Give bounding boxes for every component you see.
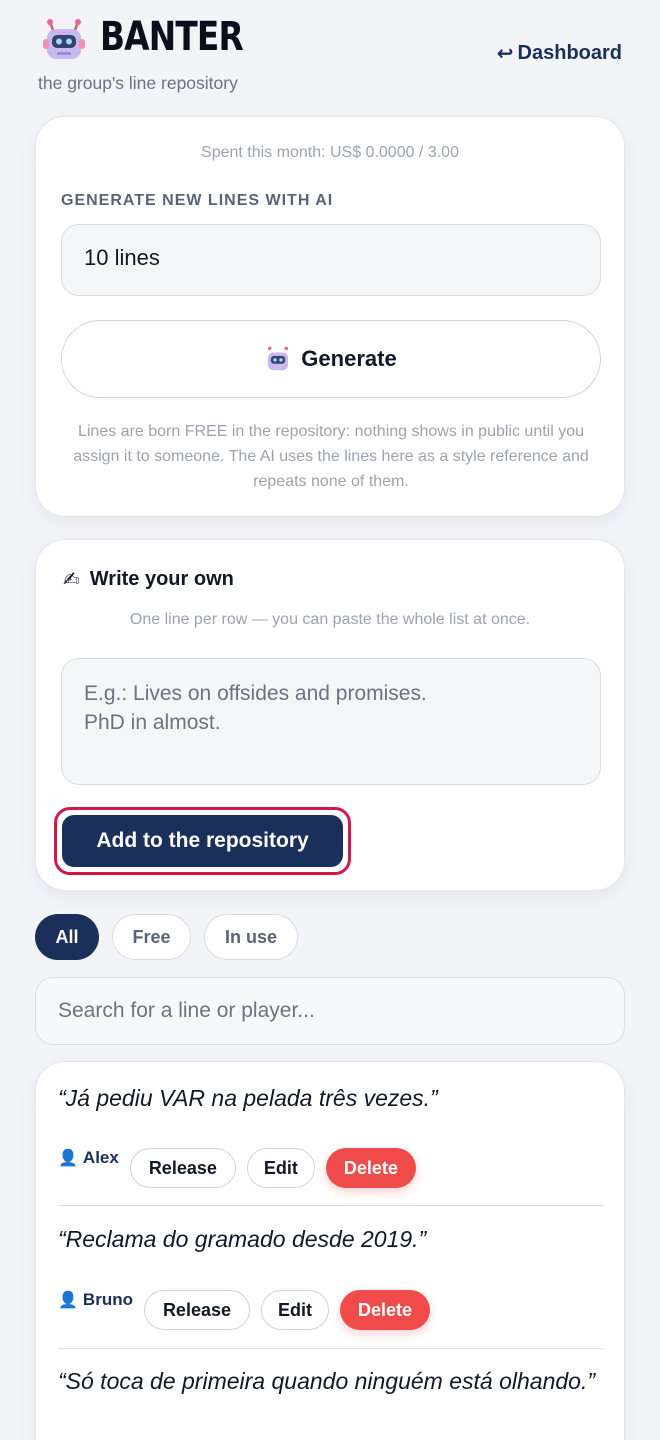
- delete-button[interactable]: Delete: [325, 1148, 416, 1188]
- list-item: “Reclama do gramado desde 2019.” 👤 Bruno…: [58, 1223, 604, 1330]
- list-item: “Só toca de primeira quando ninguém está…: [58, 1365, 604, 1397]
- line-text: “Já pediu VAR na pelada três vezes.”: [58, 1085, 438, 1111]
- spent-this-month: Spent this month: US$ 0.0000 / 3.00: [201, 144, 459, 161]
- search-input[interactable]: Search for a line or player...: [35, 977, 625, 1045]
- line-count-select[interactable]: 10 lines: [61, 224, 601, 296]
- person-icon: 👤: [58, 1150, 78, 1167]
- filter-free[interactable]: Free: [112, 914, 191, 960]
- write-subtitle: One line per row — you can paste the who…: [129, 611, 531, 628]
- write-title: ✍ Write your own: [63, 567, 234, 592]
- delete-button[interactable]: Delete: [339, 1290, 430, 1330]
- writing-hand-icon: ✍: [63, 569, 80, 591]
- release-button[interactable]: Release: [143, 1290, 250, 1330]
- player-name: Bruno: [82, 1290, 133, 1309]
- line-actions: 👤 Bruno Release Edit Delete: [58, 1290, 430, 1330]
- release-button[interactable]: Release: [129, 1148, 236, 1188]
- line-text: “Só toca de primeira quando ninguém está…: [58, 1368, 596, 1394]
- return-arrow-icon: ↩: [496, 43, 514, 65]
- generate-note: Lines are born FREE in the repository: n…: [73, 423, 589, 490]
- robot-icon: [268, 346, 289, 371]
- edit-button[interactable]: Edit: [246, 1148, 315, 1188]
- add-button-focus-ring: Add to the repository: [54, 807, 351, 875]
- line-actions: 👤 Alex Release Edit Delete: [58, 1148, 416, 1188]
- lines-list: “Já pediu VAR na pelada três vezes.” 👤 A…: [35, 1061, 625, 1440]
- dashboard-link-label: Dashboard: [517, 42, 622, 64]
- brand-title: BANTER: [100, 14, 244, 60]
- generate-button[interactable]: Generate: [61, 320, 601, 398]
- generate-button-label: Generate: [301, 346, 397, 371]
- divider: [58, 1205, 604, 1206]
- person-icon: 👤: [58, 1292, 78, 1309]
- add-to-repository-button[interactable]: Add to the repository: [62, 815, 343, 867]
- generate-section-label: GENERATE NEW LINES WITH AI: [61, 192, 334, 209]
- divider: [58, 1348, 604, 1349]
- dashboard-link[interactable]: ↩ Dashboard: [497, 41, 622, 66]
- lines-textarea[interactable]: E.g.: Lives on offsides and promises. Ph…: [61, 658, 601, 785]
- filter-all[interactable]: All: [35, 914, 99, 960]
- generate-card: Spent this month: US$ 0.0000 / 3.00 GENE…: [35, 116, 625, 517]
- line-text: “Reclama do gramado desde 2019.”: [58, 1226, 427, 1252]
- list-item: “Já pediu VAR na pelada três vezes.” 👤 A…: [58, 1082, 604, 1188]
- assigned-player: 👤 Bruno: [58, 1290, 133, 1310]
- player-name: Alex: [82, 1148, 119, 1167]
- assigned-player: 👤 Alex: [58, 1148, 119, 1168]
- write-title-label: Write your own: [89, 568, 234, 590]
- robot-icon: [43, 19, 85, 59]
- edit-button[interactable]: Edit: [260, 1290, 329, 1330]
- header: BANTER the group's line repository ↩ Das…: [0, 0, 660, 110]
- filter-in-use[interactable]: In use: [204, 914, 298, 960]
- write-card: ✍ Write your own One line per row — you …: [35, 539, 625, 891]
- tagline: the group's line repository: [38, 73, 238, 93]
